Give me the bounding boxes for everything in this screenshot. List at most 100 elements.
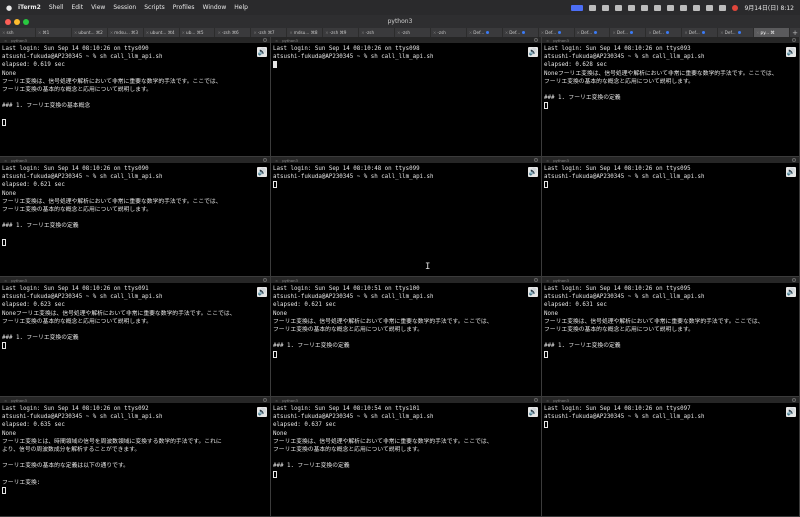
tab[interactable]: × -zsh ⌘7 [251, 28, 288, 37]
tab-close-icon[interactable]: × [2, 30, 6, 35]
menu-item[interactable]: Edit [71, 4, 83, 11]
tab-close-icon[interactable]: × [684, 30, 688, 35]
tab-close-icon[interactable]: × [325, 30, 329, 35]
tray-wifi-icon[interactable] [693, 4, 701, 11]
speaker-icon[interactable]: 🔊 [257, 287, 267, 297]
speaker-icon[interactable]: 🔊 [786, 167, 796, 177]
speaker-icon[interactable]: 🔊 [257, 47, 267, 57]
terminal-output[interactable]: Last login: Sun Sep 14 08:10:26 on ttys0… [542, 43, 799, 111]
pane-maximize-icon[interactable] [792, 278, 796, 282]
menu-clock[interactable]: 9月14日(日) 8:12 [744, 3, 794, 12]
menu-item[interactable]: View [91, 4, 105, 11]
maximize-window-button[interactable] [23, 18, 29, 25]
tab-close-icon[interactable]: × [110, 30, 114, 35]
pane-close-icon[interactable]: × [546, 38, 549, 43]
menu-item[interactable]: Scripts [144, 4, 165, 11]
speaker-icon[interactable]: 🔊 [786, 47, 796, 57]
terminal-output[interactable]: Last login: Sun Sep 14 08:10:26 on ttys0… [0, 283, 270, 351]
tab[interactable]: × mdsu... ⌘8 [287, 28, 324, 37]
terminal-pane[interactable]: × python3 Last login: Sun Sep 14 08:10:26 … [542, 397, 800, 517]
pane-close-icon[interactable]: × [4, 398, 7, 403]
speaker-icon[interactable]: 🔊 [528, 407, 538, 417]
terminal-pane[interactable]: × python3 Last login: Sun Sep 14 08:10:26 … [542, 157, 800, 277]
tab-close-icon[interactable]: × [469, 30, 473, 35]
speaker-icon[interactable]: 🔊 [786, 407, 796, 417]
tab-close-icon[interactable]: × [361, 30, 365, 35]
pane-close-icon[interactable]: × [4, 278, 7, 283]
pane-close-icon[interactable]: × [546, 278, 549, 283]
tab-close-icon[interactable]: × [756, 30, 760, 35]
tab[interactable]: × py... ⌘ [754, 28, 790, 37]
tab-close-icon[interactable]: × [577, 30, 581, 35]
pane-close-icon[interactable]: × [546, 398, 549, 403]
terminal-output[interactable]: Last login: Sun Sep 14 08:10:26 on ttys0… [0, 43, 270, 127]
tab[interactable]: × -zsh ⌘9 [323, 28, 360, 37]
tab[interactable]: × Def... [503, 28, 539, 37]
tab[interactable]: × Def... [646, 28, 683, 37]
apple-menu-icon[interactable]: ● [0, 4, 18, 12]
terminal-output[interactable]: Last login: Sun Sep 14 08:10:26 on ttys0… [271, 43, 541, 70]
menu-item[interactable]: iTerm2 [18, 4, 41, 11]
tab[interactable]: × -zsh [395, 28, 431, 37]
tab[interactable]: × Def... [610, 28, 647, 37]
pane-maximize-icon[interactable] [263, 158, 267, 162]
terminal-pane[interactable]: × python3 Last login: Sun Sep 14 08:10:26 … [0, 277, 271, 397]
tab[interactable]: × ub... ⌘5 [180, 28, 216, 37]
tray-pause-icon[interactable] [654, 4, 662, 11]
close-window-button[interactable] [5, 18, 11, 25]
pane-maximize-icon[interactable] [792, 158, 796, 162]
tray-cup-icon[interactable] [667, 4, 675, 11]
tray-battery-icon[interactable] [680, 4, 688, 11]
menu-item[interactable]: Window [203, 4, 227, 11]
tab[interactable]: × -zsh [359, 28, 395, 37]
tab[interactable]: × Def... [682, 28, 719, 37]
terminal-pane[interactable]: × python3 Last login: Sun Sep 14 08:10:26 … [0, 37, 271, 157]
terminal-pane[interactable]: × python3 Last login: Sun Sep 14 08:10:26 … [542, 277, 800, 397]
speaker-icon[interactable]: 🔊 [257, 407, 267, 417]
tab[interactable]: × Def... [539, 28, 575, 37]
terminal-pane[interactable]: × python3 Last login: Sun Sep 14 08:10:54 … [271, 397, 542, 517]
minimize-window-button[interactable] [14, 18, 20, 25]
tab-close-icon[interactable]: × [146, 30, 150, 35]
tray-record-icon[interactable] [732, 4, 739, 11]
menu-item[interactable]: Session [113, 4, 136, 11]
pane-close-icon[interactable]: × [4, 158, 7, 163]
terminal-output[interactable]: Last login: Sun Sep 14 08:10:54 on ttys1… [271, 403, 541, 479]
new-tab-button[interactable]: + [790, 29, 800, 37]
terminal-pane[interactable]: × python3 Last login: Sun Sep 14 08:10:26 … [271, 37, 542, 157]
tab-close-icon[interactable]: × [612, 30, 616, 35]
tray-cloud-icon[interactable] [602, 4, 610, 11]
pane-maximize-icon[interactable] [534, 38, 538, 42]
pane-maximize-icon[interactable] [263, 38, 267, 42]
tray-folder-icon[interactable] [589, 4, 597, 11]
pane-maximize-icon[interactable] [792, 38, 796, 42]
tray-control-center-icon[interactable] [719, 4, 727, 11]
terminal-output[interactable]: Last login: Sun Sep 14 08:10:48 on ttys0… [271, 163, 541, 190]
speaker-icon[interactable]: 🔊 [786, 287, 796, 297]
tab[interactable]: × Def... [718, 28, 755, 37]
tab-close-icon[interactable]: × [648, 30, 652, 35]
terminal-pane[interactable]: × python3 Last login: Sun Sep 14 08:10:26 … [0, 397, 271, 517]
speaker-icon[interactable]: 🔊 [528, 47, 538, 57]
terminal-pane[interactable]: × python3 Last login: Sun Sep 14 08:10:26 … [542, 37, 800, 157]
pane-maximize-icon[interactable] [534, 398, 538, 402]
menu-item[interactable]: Shell [49, 4, 64, 11]
pane-maximize-icon[interactable] [263, 398, 267, 402]
tab[interactable]: × ssh [0, 28, 36, 37]
speaker-icon[interactable]: 🔊 [257, 167, 267, 177]
tab[interactable]: × Def... [575, 28, 611, 37]
tab-close-icon[interactable]: × [720, 30, 724, 35]
pane-maximize-icon[interactable] [534, 158, 538, 162]
tab-close-icon[interactable]: × [74, 30, 78, 35]
pane-close-icon[interactable]: × [275, 278, 278, 283]
pane-close-icon[interactable]: × [4, 38, 7, 43]
tab-close-icon[interactable]: × [397, 30, 401, 35]
tab-close-icon[interactable]: × [433, 30, 437, 35]
tab[interactable]: × -zsh ⌘6 [215, 28, 252, 37]
terminal-pane[interactable]: × python3 Last login: Sun Sep 14 08:10:48 … [271, 157, 542, 277]
tray-app-icon[interactable] [571, 4, 584, 11]
tab-close-icon[interactable]: × [217, 30, 221, 35]
tray-search-icon[interactable] [706, 4, 714, 11]
pane-maximize-icon[interactable] [534, 278, 538, 282]
terminal-output[interactable]: Last login: Sun Sep 14 08:10:26 on ttys0… [0, 163, 270, 247]
